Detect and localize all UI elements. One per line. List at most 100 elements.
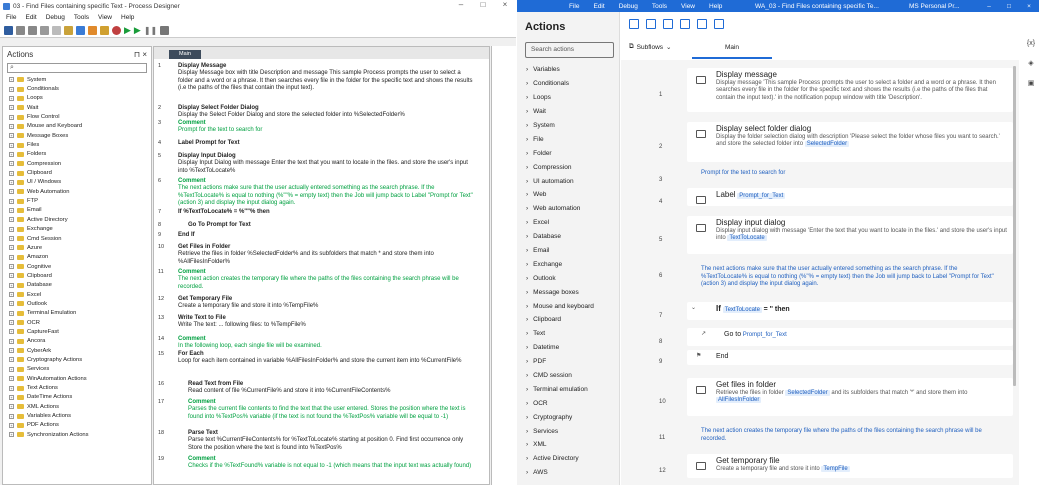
web-recorder-icon[interactable] — [112, 25, 121, 35]
expand-icon[interactable]: + — [9, 320, 14, 326]
run-icon[interactable] — [646, 19, 656, 29]
expand-icon[interactable]: + — [9, 273, 14, 279]
expand-icon[interactable]: + — [9, 329, 14, 335]
category-item[interactable]: › Database — [517, 230, 619, 244]
expand-icon[interactable]: + — [9, 217, 14, 223]
expand-icon[interactable]: + — [9, 301, 14, 307]
expand-icon[interactable]: + — [9, 422, 14, 428]
expand-icon[interactable]: + — [9, 133, 14, 139]
category-item[interactable]: › Services — [517, 424, 619, 438]
flow-scrollbar[interactable] — [1013, 66, 1016, 386]
category-item[interactable]: › Email — [517, 244, 619, 258]
cut-icon[interactable] — [40, 25, 49, 35]
expand-icon[interactable]: + — [9, 348, 14, 354]
menu-tools[interactable]: Tools — [74, 14, 89, 21]
category-item[interactable]: › CMD session — [517, 369, 619, 383]
tree-item[interactable]: + Conditionals — [3, 84, 151, 93]
category-item[interactable]: › OCR — [517, 396, 619, 410]
category-item[interactable]: › Text — [517, 327, 619, 341]
action-card[interactable]: Get temporary file Create a temporary fil… — [687, 454, 1013, 478]
expand-icon[interactable]: + — [9, 189, 14, 195]
web-recorder-icon[interactable] — [714, 19, 724, 29]
editor-row[interactable]: 3 Comment Prompt for the text to search fo… — [154, 120, 476, 135]
editor-row[interactable]: 16 Read Text from File Read content of fil… — [154, 381, 476, 396]
image-icon[interactable] — [88, 25, 97, 35]
editor-row[interactable]: 15 For Each Loop for each item contained i… — [154, 351, 476, 366]
run-step-icon[interactable]: ▶ — [134, 25, 141, 36]
editor-row[interactable]: 8 Go To Prompt for Text — [154, 222, 476, 229]
close-icon[interactable]: × — [1019, 3, 1039, 10]
paste-icon[interactable] — [64, 25, 73, 35]
category-item[interactable]: › Variables — [517, 63, 619, 77]
menu-view[interactable]: View — [681, 3, 695, 10]
tree-item[interactable]: + WinAutomation Actions — [3, 374, 151, 383]
category-item[interactable]: › Compression — [517, 160, 619, 174]
minimize-icon[interactable]: – — [450, 0, 472, 9]
tree-item[interactable]: + Message Boxes — [3, 131, 151, 140]
run-icon[interactable]: ▶ — [124, 25, 131, 36]
tree-item[interactable]: + Mouse and Keyboard — [3, 122, 151, 131]
stop-icon[interactable] — [663, 19, 673, 29]
editor-row[interactable]: 5 Display Input Dialog Display Input Dialo… — [154, 153, 476, 175]
category-item[interactable]: › Exchange — [517, 257, 619, 271]
menu-debug[interactable]: Debug — [619, 3, 638, 10]
expand-icon[interactable]: + — [9, 254, 14, 260]
tree-item[interactable]: + Variables Actions — [3, 411, 151, 420]
tree-item[interactable]: + CaptureFast — [3, 327, 151, 336]
tree-item[interactable]: + Database — [3, 281, 151, 290]
action-card[interactable]: Label Prompt_for_Text — [687, 188, 1013, 206]
ui-elements-icon[interactable]: ◈ — [1028, 59, 1033, 67]
save-icon[interactable] — [4, 25, 13, 35]
category-item[interactable]: › Excel — [517, 216, 619, 230]
variables-pane-icon[interactable]: {x} — [1027, 40, 1035, 47]
tree-item[interactable]: + Outlook — [3, 299, 151, 308]
category-item[interactable]: › Clipboard — [517, 313, 619, 327]
menu-debug[interactable]: Debug — [46, 14, 65, 21]
menu-edit[interactable]: Edit — [593, 3, 604, 10]
tab-main[interactable]: Main — [692, 37, 772, 59]
tree-item[interactable]: + Flow Control — [3, 112, 151, 121]
expand-icon[interactable]: + — [9, 105, 14, 111]
copy-icon[interactable] — [52, 25, 61, 35]
actions-search-input[interactable]: ⌕ — [7, 63, 147, 73]
expand-icon[interactable]: + — [9, 264, 14, 270]
tab-main[interactable]: Main — [169, 50, 201, 59]
tree-item[interactable]: + Terminal Emulation — [3, 309, 151, 318]
expand-icon[interactable]: + — [9, 310, 14, 316]
category-item[interactable]: › File — [517, 132, 619, 146]
expand-icon[interactable]: + — [9, 151, 14, 157]
category-item[interactable]: › XML — [517, 438, 619, 452]
action-card[interactable]: Display input dialog Display input dialog… — [687, 216, 1013, 254]
category-item[interactable]: › PDF — [517, 355, 619, 369]
tree-item[interactable]: + Synchronization Actions — [3, 430, 151, 439]
redo-icon[interactable] — [28, 25, 37, 35]
menu-help[interactable]: Help — [121, 14, 134, 21]
expand-icon[interactable]: + — [9, 404, 14, 410]
category-item[interactable]: › Outlook — [517, 271, 619, 285]
expand-icon[interactable]: + — [9, 376, 14, 382]
expand-icon[interactable]: + — [9, 77, 14, 83]
tree-item[interactable]: + Clipboard — [3, 168, 151, 177]
editor-row[interactable]: 17 Comment Parses the current file content… — [154, 399, 476, 421]
editor-row[interactable]: 11 Comment The next action creates the tem… — [154, 269, 476, 291]
expand-icon[interactable]: + — [9, 161, 14, 167]
expand-icon[interactable]: + — [9, 207, 14, 213]
action-card[interactable]: Get files in folder Retrieve the files in… — [687, 378, 1013, 416]
menu-help[interactable]: Help — [709, 3, 722, 10]
category-item[interactable]: › Folder — [517, 146, 619, 160]
variables-icon[interactable] — [76, 25, 85, 35]
menu-file[interactable]: File — [569, 3, 579, 10]
expand-icon[interactable]: + — [9, 432, 14, 438]
close-icon[interactable]: × — [494, 0, 516, 9]
category-item[interactable]: › Message boxes — [517, 285, 619, 299]
tree-item[interactable]: + FTP — [3, 196, 151, 205]
action-card[interactable]: ⚑ End — [687, 350, 1013, 365]
category-item[interactable]: › Conditionals — [517, 77, 619, 91]
tree-item[interactable]: + Folders — [3, 150, 151, 159]
expand-icon[interactable]: + — [9, 198, 14, 204]
tree-item[interactable]: + Wait — [3, 103, 151, 112]
tree-item[interactable]: + Text Actions — [3, 383, 151, 392]
images-icon[interactable]: ▣ — [1028, 79, 1035, 87]
expand-icon[interactable]: + — [9, 245, 14, 251]
pause-icon[interactable]: ❚❚ — [144, 26, 157, 35]
